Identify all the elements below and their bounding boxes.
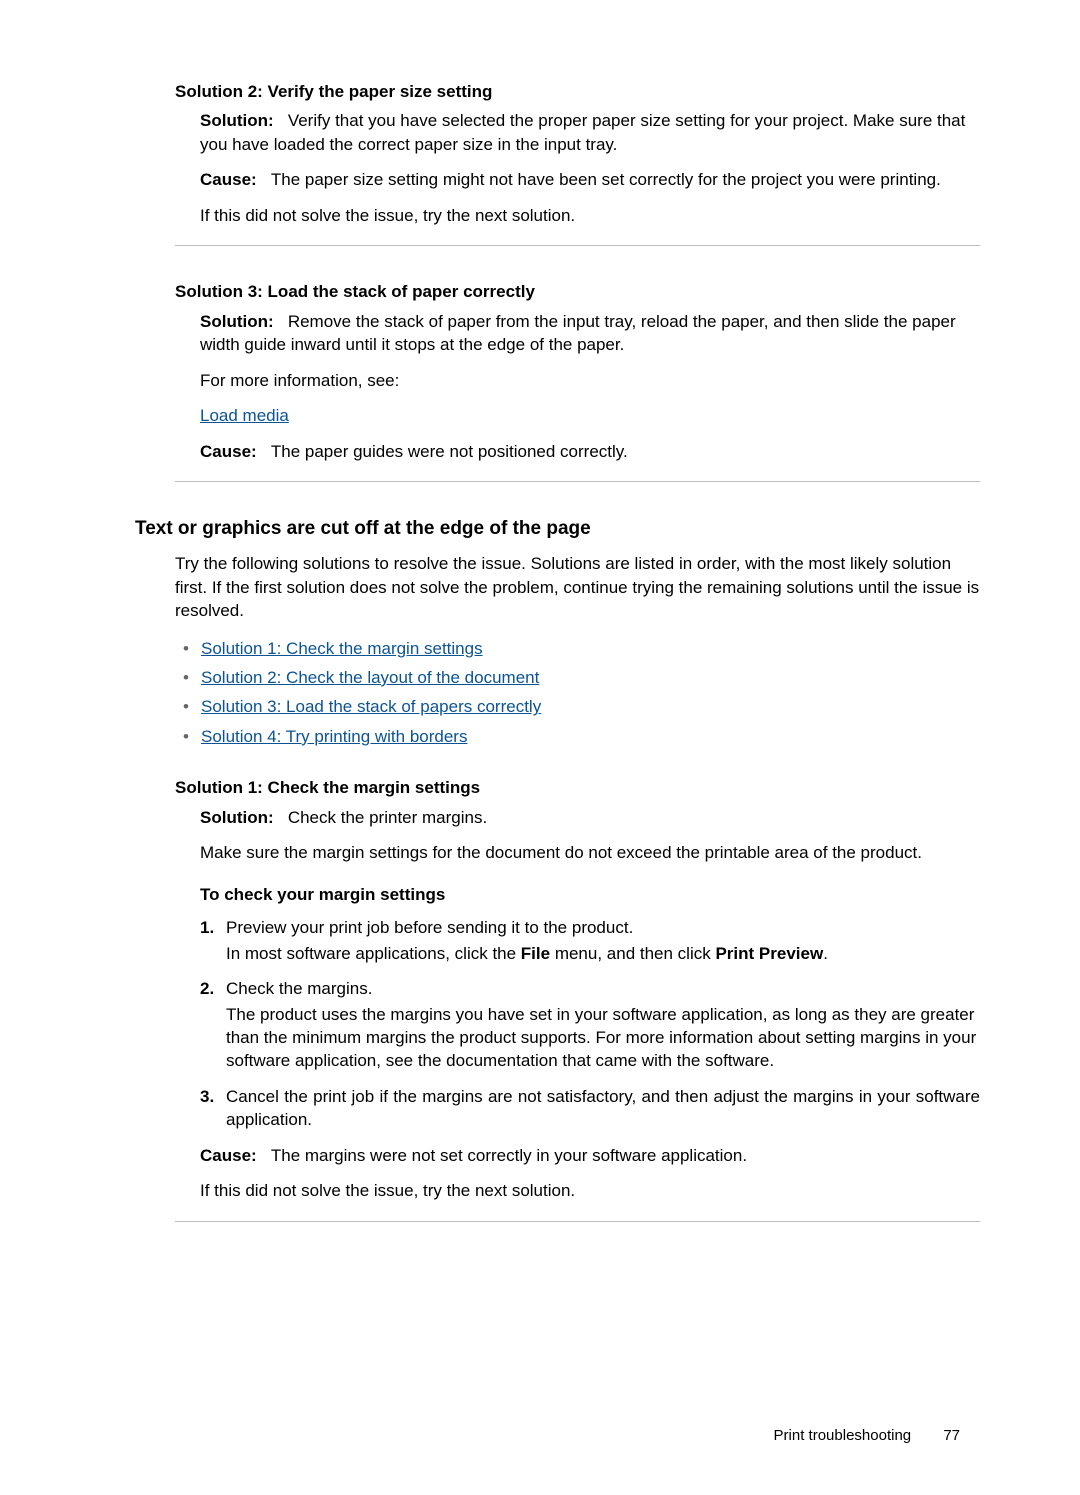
step-3: Cancel the print job if the margins are … xyxy=(200,1085,980,1132)
solution-3-cause: The paper guides were not positioned cor… xyxy=(271,442,628,461)
toc-item: Solution 3: Load the stack of papers cor… xyxy=(183,695,980,718)
solution-2-heading: Solution 2: Verify the paper size settin… xyxy=(175,80,980,103)
toc-link-sol2[interactable]: Solution 2: Check the layout of the docu… xyxy=(201,668,539,687)
step-2-line2: The product uses the margins you have se… xyxy=(226,1003,980,1073)
cause-label: Cause: xyxy=(200,1146,257,1165)
solution-toc: Solution 1: Check the margin settings So… xyxy=(183,637,980,749)
toc-item: Solution 1: Check the margin settings xyxy=(183,637,980,660)
step-1-line2: In most software applications, click the… xyxy=(226,942,980,965)
toc-link-sol1[interactable]: Solution 1: Check the margin settings xyxy=(201,639,483,658)
step-1-line1: Preview your print job before sending it… xyxy=(226,916,980,939)
divider xyxy=(175,1221,980,1222)
step-1: Preview your print job before sending it… xyxy=(200,916,980,965)
step-2-line1: Check the margins. xyxy=(226,977,980,1000)
solution-2-trail: If this did not solve the issue, try the… xyxy=(200,204,980,227)
page-footer: Print troubleshooting 77 xyxy=(774,1426,960,1447)
cause-label: Cause: xyxy=(200,442,257,461)
solution-label: Solution: xyxy=(200,312,274,331)
check-margins-subhead: To check your margin settings xyxy=(200,883,980,906)
solution-2-body: Solution: Verify that you have selected … xyxy=(200,109,980,227)
solution-3-text: Remove the stack of paper from the input… xyxy=(200,312,956,354)
cause-label: Cause: xyxy=(200,170,257,189)
toc-item: Solution 4: Try printing with borders xyxy=(183,725,980,748)
toc-link-sol3[interactable]: Solution 3: Load the stack of papers cor… xyxy=(201,697,541,716)
solution-1-heading: Solution 1: Check the margin settings xyxy=(175,776,980,799)
solution-1-trail: If this did not solve the issue, try the… xyxy=(200,1179,980,1202)
solution-1-body2: Make sure the margin settings for the do… xyxy=(200,841,980,864)
toc-link-sol4[interactable]: Solution 4: Try printing with borders xyxy=(201,727,467,746)
solution-1-text: Check the printer margins. xyxy=(288,808,487,827)
document-page: Solution 2: Verify the paper size settin… xyxy=(135,80,980,1222)
margin-steps: Preview your print job before sending it… xyxy=(200,916,980,1132)
footer-section: Print troubleshooting xyxy=(774,1427,912,1444)
solution-1-cause: The margins were not set correctly in yo… xyxy=(271,1146,747,1165)
solution-label: Solution: xyxy=(200,808,274,827)
solution-label: Solution: xyxy=(200,111,274,130)
solution-3-body: Solution: Remove the stack of paper from… xyxy=(200,310,980,463)
divider xyxy=(175,481,980,482)
section-heading: Text or graphics are cut off at the edge… xyxy=(135,516,980,542)
step-3-text: Cancel the print job if the margins are … xyxy=(226,1085,980,1132)
solution-3-heading: Solution 3: Load the stack of paper corr… xyxy=(175,280,980,303)
solution-2-cause: The paper size setting might not have be… xyxy=(271,170,941,189)
page-number: 77 xyxy=(943,1427,960,1444)
load-media-link[interactable]: Load media xyxy=(200,406,289,425)
step-2: Check the margins. The product uses the … xyxy=(200,977,980,1073)
section-intro: Try the following solutions to resolve t… xyxy=(175,552,980,622)
solution-3-moreinfo: For more information, see: xyxy=(200,369,980,392)
divider xyxy=(175,245,980,246)
toc-item: Solution 2: Check the layout of the docu… xyxy=(183,666,980,689)
solution-2-text: Verify that you have selected the proper… xyxy=(200,111,965,153)
solution-1-body: Solution: Check the printer margins. Mak… xyxy=(200,806,980,1203)
